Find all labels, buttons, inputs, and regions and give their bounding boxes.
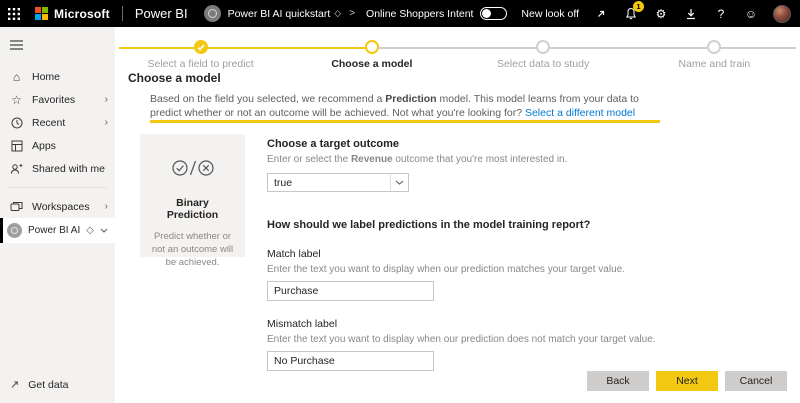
get-data-label: Get data <box>28 379 68 391</box>
next-button[interactable]: Next <box>656 371 718 391</box>
step-choose-model[interactable]: Choose a model <box>286 34 457 70</box>
chevron-right-icon: › <box>105 117 108 128</box>
model-config-form: Choose a target outcome Enter or select … <box>267 134 717 371</box>
topbar-divider <box>122 6 123 21</box>
power-bi-app: Microsoft Power BI Power BI AI quickstar… <box>0 0 800 403</box>
binary-prediction-icon <box>150 158 235 183</box>
product-name[interactable]: Power BI <box>135 6 188 21</box>
sidebar-item-recent[interactable]: Recent › <box>0 111 115 134</box>
sidebar-item-shared-with-me[interactable]: Shared with me <box>0 157 115 180</box>
page-title: Choose a model <box>128 71 221 85</box>
microsoft-logo-icon <box>35 7 48 20</box>
cancel-button[interactable]: Cancel <box>725 371 787 391</box>
settings-gear-icon[interactable]: ⚙ <box>653 6 669 22</box>
model-card-description: Predict whether or not an outcome will b… <box>150 231 235 269</box>
help-icon[interactable]: ? <box>713 6 729 22</box>
sidebar-item-apps[interactable]: Apps <box>0 134 115 157</box>
apps-icon <box>10 139 23 152</box>
match-label-input[interactable] <box>267 281 434 301</box>
labels-section-title: How should we label predictions in the m… <box>267 219 717 231</box>
new-look-label: New look off <box>521 8 579 20</box>
app-launcher-button[interactable] <box>0 0 27 27</box>
target-outcome-dropdown[interactable]: true <box>267 173 409 192</box>
wizard-stepper: Select a field to predict Choose a model… <box>115 34 800 76</box>
model-recommendation-text: Based on the field you selected, we reco… <box>150 92 660 120</box>
sidebar-item-favorites[interactable]: ☆ Favorites › <box>0 88 115 111</box>
binary-prediction-card[interactable]: Binary Prediction Predict whether or not… <box>140 134 245 257</box>
notifications-bell-icon[interactable]: 1 <box>623 6 639 22</box>
workspaces-icon <box>10 200 23 213</box>
chevron-down-icon <box>100 225 108 236</box>
step-complete-icon <box>194 40 208 54</box>
people-icon <box>10 162 23 175</box>
chevron-right-icon: › <box>105 94 108 105</box>
download-icon[interactable] <box>683 6 699 22</box>
breadcrumb-page[interactable]: Online Shoppers Intent <box>366 8 473 20</box>
expand-icon[interactable] <box>593 6 609 22</box>
target-outcome-title: Choose a target outcome <box>267 138 717 150</box>
sidebar-item-current-workspace[interactable]: Power BI AI q... ◇ <box>0 218 115 243</box>
home-icon: ⌂ <box>10 70 23 83</box>
external-arrow-icon: ↗ <box>10 378 19 391</box>
workspace-avatar <box>204 5 221 22</box>
back-button[interactable]: Back <box>587 371 649 391</box>
sidebar-item-workspaces[interactable]: Workspaces › <box>0 195 115 218</box>
workspace-avatar <box>7 223 22 238</box>
step-select-field[interactable]: Select a field to predict <box>115 34 286 70</box>
sidebar-divider <box>8 187 107 188</box>
notification-badge: 1 <box>633 1 644 12</box>
waffle-icon <box>8 8 20 20</box>
profile-avatar[interactable] <box>773 5 791 23</box>
step-current-icon <box>365 40 379 54</box>
chevron-down-icon <box>390 174 408 191</box>
star-icon: ☆ <box>10 93 23 106</box>
feedback-smiley-icon[interactable]: ☺ <box>743 6 759 22</box>
mismatch-label-description: Enter the text you want to display when … <box>267 334 717 345</box>
premium-diamond-icon: ◇ <box>86 225 94 236</box>
top-bar: Microsoft Power BI Power BI AI quickstar… <box>0 0 800 27</box>
select-different-model-link[interactable]: Select a different model <box>525 107 635 119</box>
topbar-actions: New look off 1 ⚙ ? ☺ <box>480 5 800 23</box>
step-upcoming-icon <box>536 40 550 54</box>
model-card-title: Binary Prediction <box>150 197 235 221</box>
recommended-model-name: Prediction <box>385 93 436 105</box>
premium-diamond-icon: ◇ <box>334 8 341 19</box>
wizard-footer: Back Next Cancel <box>587 371 787 391</box>
mismatch-label-heading: Mismatch label <box>267 318 717 330</box>
new-look-toggle[interactable] <box>480 7 507 20</box>
chevron-right-icon: › <box>105 201 108 212</box>
target-outcome-description: Enter or select the Revenue outcome that… <box>267 154 717 165</box>
accent-divider <box>150 120 660 123</box>
breadcrumb-separator: > <box>349 8 355 19</box>
sidebar-item-home[interactable]: ⌂ Home <box>0 65 115 88</box>
match-label-description: Enter the text you want to display when … <box>267 264 717 275</box>
main-content: Select a field to predict Choose a model… <box>115 27 800 403</box>
match-label-heading: Match label <box>267 248 717 260</box>
target-field-name: Revenue <box>351 154 393 165</box>
get-data-button[interactable]: ↗ Get data <box>10 378 69 391</box>
hamburger-menu-icon[interactable] <box>10 37 24 55</box>
clock-icon <box>10 116 23 129</box>
step-select-data[interactable]: Select data to study <box>458 34 629 70</box>
step-name-train[interactable]: Name and train <box>629 34 800 70</box>
step-upcoming-icon <box>707 40 721 54</box>
breadcrumb-workspace[interactable]: Power BI AI quickstart <box>228 8 331 20</box>
dropdown-selected-value: true <box>274 177 390 189</box>
mismatch-label-input[interactable] <box>267 351 434 371</box>
microsoft-wordmark: Microsoft <box>54 7 110 21</box>
sidebar: ⌂ Home ☆ Favorites › Recent › Apps <box>0 27 115 403</box>
